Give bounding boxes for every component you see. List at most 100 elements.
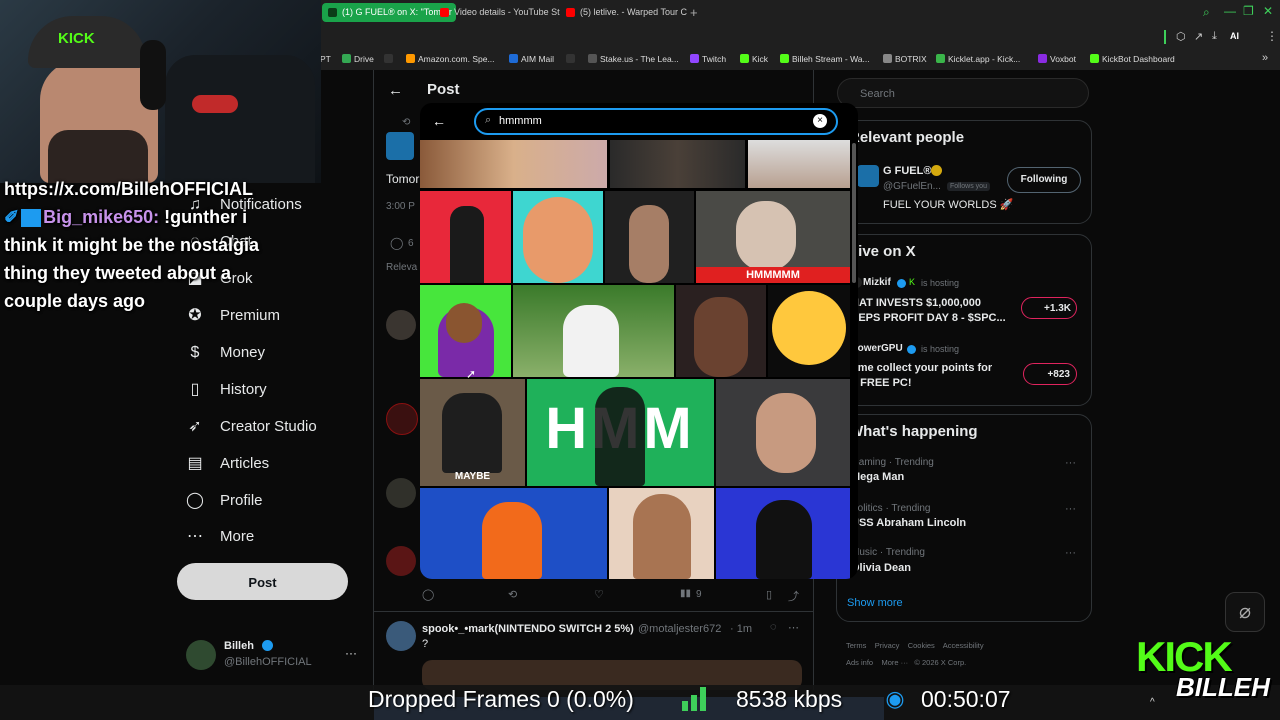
live-title[interactable]: ome collect your points for: [851, 362, 992, 374]
grok-icon[interactable]: ◌: [770, 621, 777, 633]
bookmark-icon[interactable]: ▯: [766, 588, 772, 601]
gif-search-input[interactable]: ⌕ hmmmm ×: [474, 108, 838, 135]
bookmark[interactable]: X: [566, 48, 578, 70]
verified-icon: [907, 345, 916, 354]
nav-money[interactable]: $ Money: [186, 338, 265, 368]
trend-name[interactable]: USS Abraham Lincoln: [851, 517, 966, 529]
following-button[interactable]: Following: [1007, 167, 1081, 193]
nav-creator-studio[interactable]: ➶ Creator Studio: [186, 412, 316, 442]
nav-profile[interactable]: ◯ Profile: [186, 486, 262, 516]
minimize-icon[interactable]: —: [1224, 4, 1236, 18]
bookmark[interactable]: Stake.us - The Lea...: [588, 48, 679, 70]
nav-articles[interactable]: ▤ Articles: [186, 449, 269, 479]
gif-tile[interactable]: HMM: [527, 379, 714, 486]
gif-tile[interactable]: [748, 140, 850, 188]
extensions-icon[interactable]: ⬡: [1176, 30, 1186, 43]
views-icon[interactable]: ▮▮: [680, 588, 691, 599]
reply-avatar[interactable]: [386, 403, 418, 435]
gfuel-avatar[interactable]: [386, 132, 414, 160]
show-more-link[interactable]: Show more: [847, 597, 903, 609]
gif-tile[interactable]: [676, 285, 766, 377]
bookmark[interactable]: AIM Mail: [509, 48, 554, 70]
gif-tile[interactable]: [610, 140, 745, 188]
back-arrow-icon[interactable]: ←: [388, 82, 403, 99]
listener-count[interactable]: +1.3K: [1021, 297, 1077, 319]
search-input[interactable]: Search: [837, 78, 1089, 108]
gif-tile[interactable]: [716, 379, 850, 486]
browser-tab[interactable]: (5) letlive. - Warped Tour C: [560, 3, 708, 22]
trend-more-icon[interactable]: ···: [1065, 547, 1076, 559]
share-icon[interactable]: ⤴: [788, 588, 799, 604]
reply-icon[interactable]: ◯: [422, 588, 434, 601]
reply-avatar[interactable]: [386, 478, 416, 508]
bookmark[interactable]: Amazon.com. Spe...: [406, 48, 495, 70]
trend-more-icon[interactable]: ···: [1065, 503, 1076, 515]
reply-avatar[interactable]: [386, 546, 416, 576]
listener-count[interactable]: +823: [1023, 363, 1077, 385]
gif-figure: [694, 297, 748, 377]
new-tab-button[interactable]: +: [690, 5, 698, 20]
trend-more-icon[interactable]: ···: [1065, 457, 1076, 469]
gif-tile[interactable]: [609, 488, 714, 579]
menu-icon[interactable]: ⋮: [1266, 29, 1278, 43]
live-title[interactable]: e FREE PC!: [851, 377, 912, 389]
trend-name[interactable]: Olivia Dean: [851, 562, 911, 574]
bookmark[interactable]: Twitch: [690, 48, 726, 70]
gif-tile[interactable]: [420, 285, 511, 377]
bookmark[interactable]: PT: [320, 48, 331, 70]
gif-tile[interactable]: HMMMMM: [696, 191, 850, 283]
gif-tile[interactable]: [768, 285, 850, 377]
maximize-icon[interactable]: ❐: [1243, 4, 1254, 18]
gif-tile[interactable]: [605, 191, 694, 283]
gif-tile[interactable]: [420, 191, 511, 283]
chevron-right-icon[interactable]: »: [1262, 52, 1268, 64]
like-icon[interactable]: ♡: [594, 588, 604, 601]
gif-tile[interactable]: [420, 488, 607, 579]
bookmark[interactable]: Voxbot: [1038, 48, 1076, 70]
live-status: is hosting: [921, 278, 960, 288]
gif-tile[interactable]: [420, 140, 607, 188]
footer-link[interactable]: Cookies: [908, 641, 935, 650]
ai-button[interactable]: AI: [1230, 31, 1239, 41]
reply-avatar[interactable]: [386, 621, 416, 651]
account-more-icon[interactable]: ···: [345, 646, 357, 660]
gif-tile[interactable]: [513, 285, 674, 377]
gif-tile[interactable]: MAYBE: [420, 379, 525, 486]
clear-search-icon[interactable]: ×: [813, 114, 827, 128]
bookmark[interactable]: KickBot Dashboard: [1090, 48, 1175, 70]
post-button[interactable]: Post: [177, 563, 348, 600]
reply-icon[interactable]: ◯: [390, 236, 403, 250]
close-icon[interactable]: ✕: [1263, 4, 1273, 18]
download-icon[interactable]: ⤓: [1212, 30, 1217, 43]
nav-history[interactable]: ▯ History: [186, 375, 267, 405]
footer-link[interactable]: Ads info: [846, 658, 873, 667]
search-icon[interactable]: ⌕: [1203, 5, 1210, 20]
footer-link[interactable]: Terms: [846, 641, 866, 650]
reply-avatar[interactable]: [386, 310, 416, 340]
share-icon[interactable]: ↗: [1194, 30, 1203, 43]
browser-tab[interactable]: Video details - YouTube St: [434, 3, 578, 22]
footer-link[interactable]: More ···: [881, 658, 908, 667]
nav-more[interactable]: ⋯ More: [186, 522, 254, 552]
gif-tile[interactable]: [513, 191, 603, 283]
gif-tile[interactable]: [716, 488, 850, 579]
more-icon[interactable]: ⋯: [788, 621, 799, 634]
account-switcher[interactable]: Billeh @BillehOFFICIAL ···: [186, 636, 366, 676]
repost-icon[interactable]: ⟲: [508, 588, 517, 601]
bookmark[interactable]: Drive: [342, 48, 374, 70]
modal-scrollbar[interactable]: [852, 143, 856, 283]
bookmark[interactable]: Kicklet.app - Kick...: [936, 48, 1020, 70]
bookmark[interactable]: Kick: [740, 48, 768, 70]
footer-link[interactable]: Privacy: [875, 641, 900, 650]
bookmark[interactable]: X: [384, 48, 396, 70]
footer-link[interactable]: Accessibility: [943, 641, 984, 650]
bookmark[interactable]: BOTRIX: [883, 48, 927, 70]
grok-float-icon[interactable]: ⌀: [1225, 592, 1265, 632]
modal-back-arrow-icon[interactable]: ←: [432, 113, 446, 129]
bookmark[interactable]: Billeh Stream - Wa...: [780, 48, 870, 70]
live-title[interactable]: EEPS PROFIT DAY 8 - $SPC...: [851, 312, 1006, 324]
gfuel-avatar[interactable]: [857, 165, 879, 187]
live-title[interactable]: HAT INVESTS $1,000,000: [851, 297, 981, 309]
kickbot-icon: [1090, 54, 1099, 63]
trend-name[interactable]: Mega Man: [851, 471, 904, 483]
